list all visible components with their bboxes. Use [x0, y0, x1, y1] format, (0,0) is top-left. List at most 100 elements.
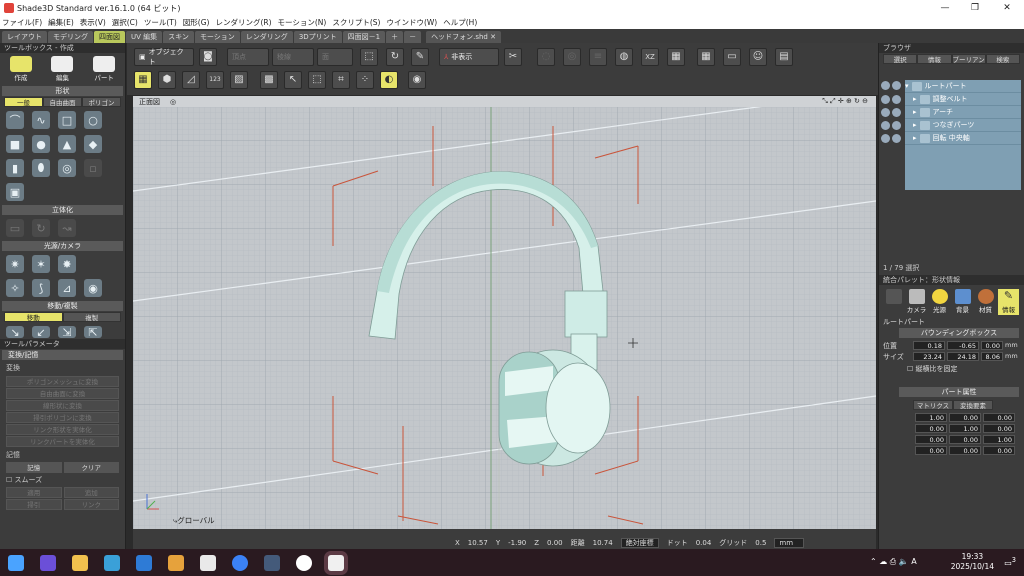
spot-light-icon[interactable]: ✶ [32, 255, 50, 273]
apply-button[interactable]: 適用 [6, 487, 62, 498]
globe-icon[interactable]: ◍ [615, 48, 633, 66]
matrix-cell[interactable]: 0.00 [983, 424, 1015, 433]
ime-indicator[interactable]: A [911, 557, 916, 566]
part-attr-header[interactable]: パート属性 [899, 387, 1019, 397]
render-toggle-icon[interactable] [892, 108, 901, 117]
menu-edit[interactable]: 編集(E) [48, 17, 74, 28]
line-light-icon[interactable]: ✧ [6, 279, 24, 297]
matrix-cell[interactable]: 1.00 [949, 424, 981, 433]
menu-select[interactable]: 選択(C) [112, 17, 138, 28]
palette-tab-info[interactable]: ✎ 情報 [998, 289, 1019, 315]
shape-section-header[interactable]: 形状 [2, 86, 123, 96]
palette-tab-light[interactable]: 光源 [929, 289, 950, 315]
browser-tab-info[interactable]: 情報 [917, 54, 952, 64]
tab-four-view-1[interactable]: 四面図－1 [342, 31, 386, 43]
convert-freeform-button[interactable]: 自由曲面に変換 [6, 388, 119, 399]
target-light-icon[interactable]: ⊿ [58, 279, 76, 297]
color-picker-icon[interactable]: ▦ [667, 48, 685, 66]
memory-clear-button[interactable]: クリア [63, 462, 119, 473]
palette-tab-material[interactable]: 材質 [975, 289, 996, 315]
sphere-icon[interactable]: ● [32, 135, 50, 153]
view-target-icon[interactable]: ◎ [170, 98, 176, 106]
notification-icon[interactable]: ▭3 [1004, 556, 1016, 568]
windows-start-icon[interactable] [8, 554, 24, 571]
expand-icon[interactable]: ▸ [913, 95, 917, 103]
realize-link-shape-button[interactable]: リンク形状を実体化 [6, 424, 119, 435]
menu-help[interactable]: ヘルプ(H) [443, 17, 477, 28]
realize-link-part-button[interactable]: リンクパートを実体化 [6, 436, 119, 447]
grid-snap-icon[interactable]: ▦ [134, 71, 152, 89]
window-layout-icon[interactable]: ▭ [723, 48, 741, 66]
visibility-toggles[interactable] [881, 121, 903, 130]
tab-rendering[interactable]: レンダリング [240, 31, 293, 43]
rotate-tool-icon[interactable]: ↙ [32, 326, 50, 339]
tree-item[interactable]: ▸ 調整ベルト [905, 93, 1021, 106]
hide-display-button[interactable]: ⅄ 非表示 [439, 48, 499, 66]
size-y-input[interactable]: 24.18 [947, 352, 979, 361]
expand-icon[interactable]: ▸ [913, 134, 917, 142]
minimize-button[interactable]: — [930, 0, 960, 16]
solid-section-header[interactable]: 立体化 [2, 205, 123, 215]
box-icon[interactable]: ■ [6, 135, 24, 153]
menu-file[interactable]: ファイル(F) [2, 17, 42, 28]
convert-sweep-button[interactable]: 掃引ポリゴンに変換 [6, 412, 119, 423]
menu-motion[interactable]: モーション(N) [278, 17, 327, 28]
matrix-cell[interactable]: 0.00 [983, 446, 1015, 455]
coord-mode-select[interactable]: 絶対座標 [620, 538, 659, 548]
browser-tab-boolean[interactable]: ブーリアン [951, 54, 986, 64]
scale-tool-icon[interactable]: ⇲ [58, 326, 76, 339]
opera-icon[interactable] [296, 554, 312, 571]
render-toggle-icon[interactable] [892, 95, 901, 104]
matrix-cell[interactable]: 0.00 [915, 435, 947, 444]
area-light-icon[interactable]: ✸ [58, 255, 76, 273]
convert-line-button[interactable]: 線形状に変換 [6, 400, 119, 411]
tree-item[interactable]: ▸ つなぎパーツ [905, 119, 1021, 132]
cone-icon[interactable]: ▲ [58, 135, 76, 153]
numeric-input-icon[interactable]: 123 [206, 71, 224, 89]
view-name[interactable]: 正面図 [139, 97, 160, 107]
matrix-cell[interactable]: 0.00 [949, 446, 981, 455]
visibility-toggles[interactable] [881, 134, 903, 143]
cursor-icon[interactable]: ↖ [284, 71, 302, 89]
torus-icon[interactable]: ◎ [58, 159, 76, 177]
mode-part-button[interactable]: パート [90, 56, 118, 82]
render-toggle-icon[interactable] [892, 121, 901, 130]
close-button[interactable]: ✕ [992, 0, 1022, 16]
clock[interactable]: 19:33 2025/10/14 [951, 552, 994, 572]
vertex-mode-button[interactable]: 頂点 [227, 48, 269, 66]
head-view-icon[interactable]: ☺ [749, 48, 767, 66]
render-toggle-icon[interactable] [892, 134, 901, 143]
menu-tool[interactable]: ツール(T) [144, 17, 177, 28]
light-path-icon[interactable]: ⟆ [32, 279, 50, 297]
menu-window[interactable]: ウインドウ(W) [386, 17, 437, 28]
move-tool-icon[interactable]: ↘ [6, 326, 24, 339]
tab-skin[interactable]: スキン [163, 31, 194, 43]
scissors-icon[interactable]: ✂ [504, 48, 522, 66]
shape-tab-freeform[interactable]: 自由曲面 [43, 97, 82, 107]
rotate-view-icon[interactable]: ↻ [386, 48, 404, 66]
visibility-toggles[interactable] [881, 108, 903, 117]
points-icon[interactable]: ⁘ [356, 71, 374, 89]
notes-icon[interactable] [264, 554, 280, 571]
browser-tab-search[interactable]: 検索 [985, 54, 1020, 64]
tab-motion[interactable]: モーション [194, 31, 240, 43]
mode-create-button[interactable]: 作成 [7, 56, 35, 82]
circle-icon[interactable]: ○ [84, 111, 102, 129]
position-x-input[interactable]: 0.18 [913, 341, 945, 350]
capsule-icon[interactable]: ⬮ [32, 159, 50, 177]
view-control-icons[interactable]: ⤡ ⤢ ✛ ⊕ ↻ ⊖ [822, 97, 868, 106]
tree-item[interactable]: ▾ ルートパート [905, 80, 1021, 93]
file-tab-close-icon[interactable]: ✕ [490, 33, 496, 41]
render-preview-icon[interactable]: ◉ [408, 71, 426, 89]
browser-tab-select[interactable]: 選択 [883, 54, 918, 64]
position-y-input[interactable]: -0.65 [947, 341, 979, 350]
move-tab[interactable]: 移動 [4, 312, 63, 322]
bbox-section-header[interactable]: バウンディングボックス [899, 328, 1019, 338]
face-mode-button[interactable]: 面 [317, 48, 353, 66]
tab-3dprint[interactable]: 3Dプリント [293, 31, 342, 43]
eye-icon[interactable] [881, 95, 890, 104]
ruler-icon[interactable]: ◿ [182, 71, 200, 89]
curve-icon[interactable]: ∿ [32, 111, 50, 129]
matrix-cell[interactable]: 0.00 [915, 424, 947, 433]
shape-tab-polygon[interactable]: ポリゴン [82, 97, 121, 107]
